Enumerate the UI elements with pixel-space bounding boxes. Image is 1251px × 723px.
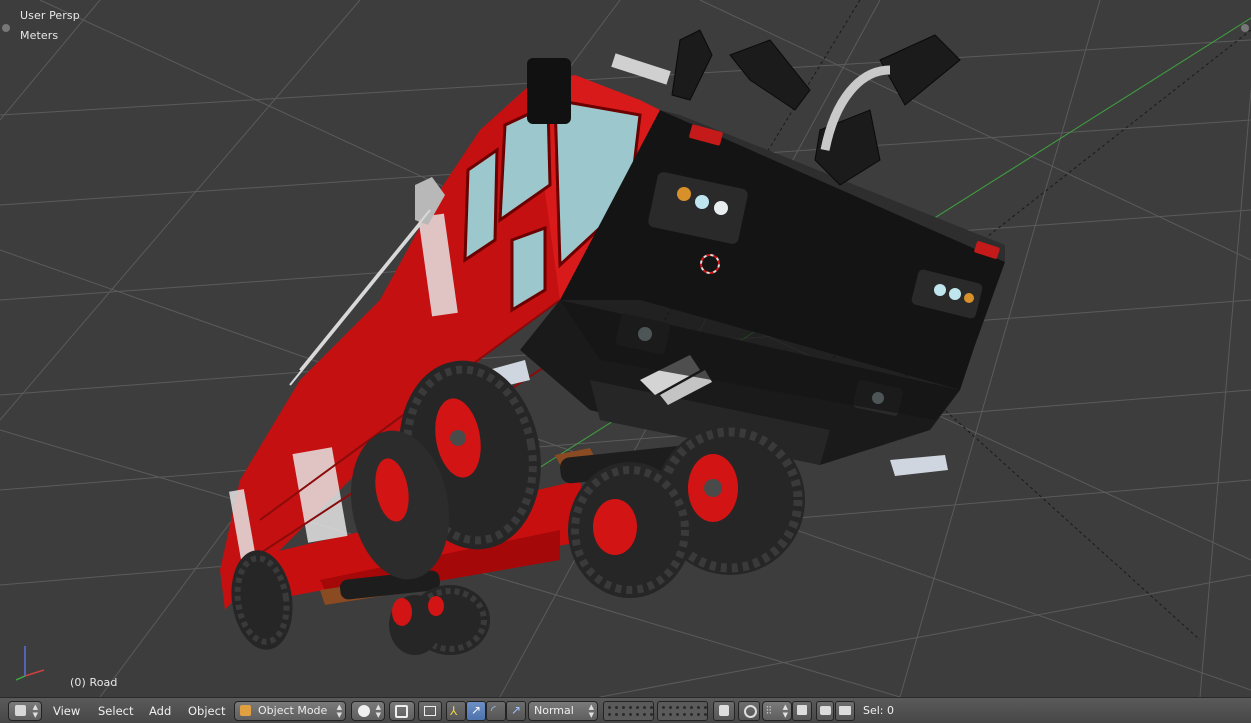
snap-target-icon [797, 705, 807, 715]
menu-object[interactable]: Object [188, 701, 225, 721]
area-split-corners [2, 24, 1249, 32]
rotate-icon: ◜ [491, 703, 496, 717]
menu-add[interactable]: Add [149, 701, 171, 721]
camera-icon [820, 706, 831, 715]
viewport-header: ▲ ▼ View Select Add Object Object Mode ▲ ▼… [0, 697, 1251, 723]
updown-arrows-icon: ▲ ▼ [32, 703, 38, 719]
menu-select[interactable]: Select [98, 701, 133, 721]
pivot-point-dropdown[interactable] [389, 701, 415, 721]
pivot-point-icon [395, 705, 408, 718]
scale-icon: ↗ [511, 703, 522, 717]
translate-manipulator-button[interactable]: ↗ [466, 701, 486, 721]
mode-label: Object Mode [258, 704, 328, 717]
render-layer-icon [719, 705, 729, 716]
snap-increment-icon: ⫶⫶ [766, 704, 772, 717]
cube-view-icon [15, 705, 26, 716]
clapperboard-icon [839, 706, 851, 715]
layers-group-2[interactable] [657, 701, 708, 721]
axis-gizmo-icon [15, 646, 45, 681]
editor-type-button[interactable]: ▲ ▼ [8, 701, 42, 721]
layers-group-1[interactable] [603, 701, 654, 721]
viewport-shading-dropdown[interactable]: ▲ ▼ [351, 701, 385, 721]
transform-orientation-dropdown[interactable]: Normal ▲ ▼ [528, 701, 598, 721]
opengl-render-button[interactable] [816, 701, 834, 721]
object-cube-icon [240, 705, 251, 716]
active-object-label: (0) Road [70, 676, 118, 689]
view-name-label: User Persp [20, 9, 80, 22]
lock-scene-layers-toggle[interactable] [713, 701, 735, 721]
3d-viewport[interactable]: User Persp Meters (0) Road [0, 0, 1251, 697]
solid-sphere-icon [358, 705, 370, 717]
snap-element-dropdown[interactable]: ⫶⫶ ▲ ▼ [762, 701, 792, 721]
orientation-label: Normal [534, 704, 574, 717]
manipulate-center-toggle[interactable] [418, 701, 442, 721]
manipulator-toggle[interactable]: ⅄ [446, 701, 466, 721]
menu-view[interactable]: View [53, 701, 80, 721]
manipulator-axes-icon: ⅄ [450, 704, 458, 718]
mode-dropdown[interactable]: Object Mode ▲ ▼ [234, 701, 346, 721]
rotate-manipulator-button[interactable]: ◜ [486, 701, 506, 721]
units-label: Meters [20, 29, 59, 42]
proportional-edit-icon [744, 705, 757, 718]
scale-manipulator-button[interactable]: ↗ [506, 701, 526, 721]
proportional-edit-toggle[interactable] [738, 701, 760, 721]
updown-arrows-icon: ▲ ▼ [782, 703, 788, 719]
updown-arrows-icon: ▲ ▼ [375, 703, 381, 719]
selection-status: Sel: 0 [863, 704, 895, 717]
snap-target-toggle[interactable] [792, 701, 812, 721]
center-points-icon [424, 706, 436, 716]
scene-canvas[interactable] [0, 0, 1251, 697]
fire-truck-model [220, 29, 1005, 655]
updown-arrows-icon: ▲ ▼ [588, 703, 594, 719]
translate-icon: ↗ [471, 703, 482, 717]
updown-arrows-icon: ▲ ▼ [336, 703, 342, 719]
opengl-animation-button[interactable] [835, 701, 855, 721]
